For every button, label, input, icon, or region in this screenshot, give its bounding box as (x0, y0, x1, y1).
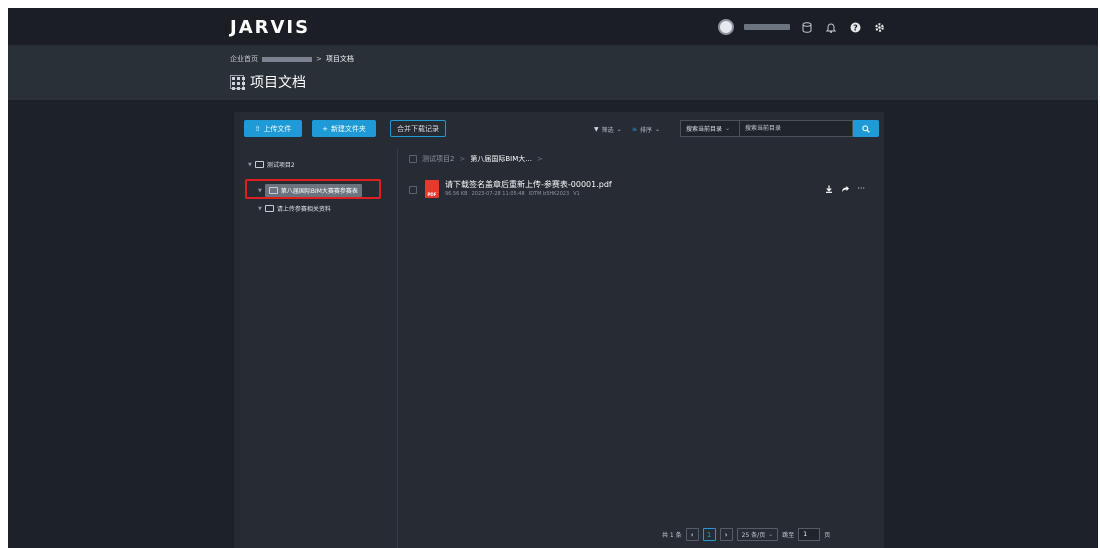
breadcrumb-redacted[interactable] (262, 56, 312, 62)
file-meta: 96.56 KB 2023-07-28 11:05:48 IDTM b5HK20… (445, 191, 580, 197)
folder-icon (254, 161, 264, 168)
goto-page-input[interactable] (798, 528, 821, 541)
more-icon[interactable]: ··· (857, 184, 865, 193)
path-separator: > (536, 155, 543, 163)
pdf-file-icon: PDF (425, 180, 439, 198)
chevron-down-icon: ⌄ (655, 126, 661, 133)
search-icon (862, 124, 870, 133)
folder-tree: ▼ 测试项目2 ▼ 第八届国际BIM大赛赛参赛表 ▼ 请上传参赛相关资料 (234, 148, 398, 548)
path-parent[interactable]: 测试项目2 (422, 154, 454, 164)
top-white-strip (0, 0, 1100, 8)
upload-file-button[interactable]: ⇧ 上传文件 (244, 120, 302, 137)
tree-item-label: 请上传参赛相关资料 (276, 206, 331, 213)
search-scope-select[interactable]: 搜索当前目录 ⌄ (680, 120, 740, 137)
avatar[interactable] (718, 19, 734, 35)
breadcrumb: 企业首页 > 项目文档 (230, 54, 354, 64)
file-row[interactable]: PDF 请下载签名盖章后重新上传-参赛表-00001.pdf 96.56 KB … (409, 178, 879, 200)
page-title: 项目文档 (250, 75, 306, 91)
file-checkbox[interactable] (409, 186, 417, 194)
toolbar: ⇧ 上传文件 + 新建文件夹 合并下载记录 ▼ 筛选 ⌄ ≡ 排序 ⌄ 搜索当前… (234, 112, 884, 148)
username-redacted[interactable] (744, 24, 790, 30)
upload-icon: ⇧ (254, 124, 261, 133)
highlight-box (245, 179, 381, 199)
share-icon[interactable] (841, 185, 850, 193)
file-owner: IDTM b5HK2023 (528, 191, 570, 197)
app-logo[interactable]: JARVIS (230, 17, 310, 38)
page-size-label: 25 条/页 (741, 532, 766, 539)
search-input[interactable] (739, 120, 853, 137)
folder-icon (264, 205, 274, 212)
download-icon[interactable] (825, 185, 833, 193)
page-size-select[interactable]: 25 条/页 ⌄ (736, 528, 779, 541)
gear-icon[interactable] (872, 20, 886, 34)
funnel-icon: ▼ (594, 126, 599, 133)
bell-icon[interactable] (824, 20, 838, 34)
filter-dropdown[interactable]: ▼ 筛选 ⌄ (594, 125, 622, 134)
file-list-area: 测试项目2 > 第八届国际BIM大... > PDF 请下载签名盖章后重新上传-… (399, 148, 884, 548)
apps-grid-icon[interactable] (230, 75, 245, 90)
top-right-tools: ? (718, 18, 886, 36)
sort-label: 排序 (640, 127, 653, 134)
file-name[interactable]: 请下载签名盖章后重新上传-参赛表-00001.pdf (445, 179, 612, 190)
merge-download-button[interactable]: 合并下载记录 (390, 120, 446, 137)
svg-text:?: ? (853, 23, 858, 32)
chevron-down-icon[interactable]: ▼ (248, 162, 252, 168)
filter-label: 筛选 (601, 127, 614, 134)
path-separator: > (459, 155, 466, 163)
search-button[interactable] (853, 120, 879, 137)
current-page-button[interactable]: 1 (702, 528, 716, 541)
search-scope-label: 搜索当前目录 (686, 126, 723, 133)
goto-label: 跳至 (782, 532, 795, 539)
file-actions: ··· (825, 184, 865, 193)
sort-dropdown[interactable]: ≡ 排序 ⌄ (632, 125, 660, 134)
chevron-down-icon: ⌄ (616, 126, 622, 133)
sort-icon: ≡ (632, 126, 638, 133)
page-title-wrap: 项目文档 (230, 72, 306, 92)
chevron-down-icon: ⌄ (725, 125, 731, 132)
help-icon[interactable]: ? (848, 20, 862, 34)
pagination: 共 1 条 ‹ 1 › 25 条/页 ⌄ 跳至 页 (662, 528, 830, 541)
pdf-badge: PDF (427, 192, 437, 197)
page-header: 企业首页 > 项目文档 项目文档 (8, 46, 1098, 100)
next-page-button[interactable]: › (719, 528, 733, 541)
documents-panel: ⇧ 上传文件 + 新建文件夹 合并下载记录 ▼ 筛选 ⌄ ≡ 排序 ⌄ 搜索当前… (234, 112, 884, 548)
breadcrumb-separator: > (316, 55, 322, 63)
path-current: 第八届国际BIM大... (470, 155, 532, 163)
file-version: V1 (573, 191, 580, 197)
new-folder-button[interactable]: + 新建文件夹 (312, 120, 376, 137)
file-date: 2023-07-28 11:05:48 (471, 191, 525, 197)
database-icon[interactable] (800, 20, 814, 34)
plus-icon: + (322, 124, 328, 133)
pager-total: 共 1 条 (662, 532, 682, 539)
top-bar: JARVIS ? (8, 8, 1098, 46)
path-breadcrumb: 测试项目2 > 第八届国际BIM大... > (409, 154, 543, 164)
tree-item[interactable]: ▼ 请上传参赛相关资料 (258, 204, 331, 213)
chevron-down-icon[interactable]: ▼ (258, 206, 262, 212)
tree-root-node[interactable]: ▼ 测试项目2 (248, 160, 295, 169)
select-all-checkbox[interactable] (409, 155, 417, 163)
tree-root-label: 测试项目2 (266, 162, 295, 169)
breadcrumb-home[interactable]: 企业首页 (230, 54, 258, 64)
upload-file-label: 上传文件 (263, 124, 292, 133)
prev-page-button[interactable]: ‹ (685, 528, 699, 541)
chevron-down-icon: ⌄ (768, 531, 774, 538)
new-folder-label: 新建文件夹 (330, 124, 366, 133)
breadcrumb-current: 项目文档 (325, 55, 354, 63)
file-size: 96.56 KB (445, 191, 468, 197)
app-window: JARVIS ? 企业首页 > 项目文档 项目文档 ⇧ 上传文件 + 新建文件夹… (8, 8, 1098, 548)
page-unit-label: 页 (824, 532, 831, 539)
